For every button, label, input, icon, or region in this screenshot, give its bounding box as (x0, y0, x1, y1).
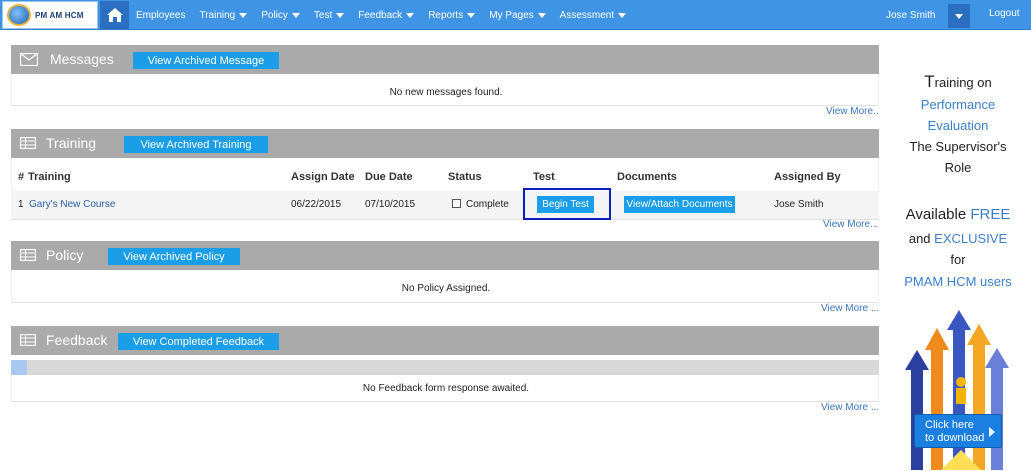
promo-available-text: Available (905, 206, 971, 223)
nav-label: Policy (261, 9, 288, 21)
messages-empty-text: No new messages found. (389, 87, 503, 98)
assign-date: 06/22/2015 (291, 199, 342, 210)
policy-panel-header: Policy View Archived Policy (11, 241, 879, 270)
messages-panel-body: No new messages found. (11, 74, 879, 106)
assigned-by: Jose Smith (774, 199, 824, 210)
table-icon (20, 249, 36, 261)
view-archived-training-button[interactable]: View Archived Training (124, 136, 268, 153)
training-name-link[interactable]: Gary's New Course (29, 199, 115, 210)
nav-label: Reports (428, 9, 464, 21)
feedback-progress-bar (11, 360, 879, 375)
view-archived-message-button[interactable]: View Archived Message (133, 52, 279, 69)
status-checkbox[interactable] (452, 199, 461, 208)
promo-line-evaluation: Evaluation (927, 118, 989, 133)
promo-drop-letter: T (924, 72, 935, 91)
caret-down-icon (291, 12, 300, 18)
promo-line-rest: raining on (934, 75, 992, 90)
caret-down-icon (537, 12, 546, 18)
view-archived-policy-button[interactable]: View Archived Policy (108, 248, 240, 265)
nav-feedback[interactable]: Feedback (358, 9, 415, 21)
nav-employees[interactable]: Employees (136, 10, 185, 21)
feedback-panel-body: No Feedback form response awaited. (11, 375, 879, 402)
feedback-panel-header: Feedback View Completed Feedback (11, 326, 879, 355)
promo-line-performance: Performance (920, 97, 996, 112)
promo-free-text: FREE (970, 206, 1011, 223)
company-logo[interactable]: PM AM HCM (2, 1, 98, 29)
nav-label: Assessment (559, 9, 615, 21)
policy-title: Policy (46, 247, 84, 263)
promo-exclusive-text: EXCLUSIVE (934, 231, 1008, 246)
nav-label: My Pages (489, 9, 534, 21)
caret-down-icon (618, 12, 627, 18)
nav-reports[interactable]: Reports (428, 9, 476, 21)
promo-line-users: PMAM HCM users (904, 274, 1012, 289)
promo-line-supervisor: The Supervisor's (909, 139, 1007, 154)
promo-line-role: Role (944, 160, 972, 175)
table-icon (20, 334, 36, 346)
policy-view-more-link[interactable]: View More ... (821, 303, 879, 314)
globe-icon (7, 4, 31, 26)
begin-test-highlight (523, 188, 611, 220)
messages-view-more-link[interactable]: View More.. (826, 106, 879, 117)
nav-assessment[interactable]: Assessment (559, 9, 627, 21)
policy-empty-text: No Policy Assigned. (401, 283, 491, 294)
main-menu: Employees Training Policy Test Feedback … (136, 0, 640, 30)
promo-line-for: for (950, 252, 966, 267)
col-header-status: Status (448, 171, 482, 183)
caret-down-icon (406, 12, 415, 18)
messages-panel-header: Messages View Archived Message (11, 45, 879, 74)
arrow-right-icon (989, 427, 995, 437)
col-header-documents: Documents (617, 171, 677, 183)
training-promo-banner[interactable]: Training on Performance Evaluation The S… (885, 38, 1031, 471)
nav-training[interactable]: Training (199, 9, 248, 21)
feedback-progress-fill (11, 360, 27, 375)
promo-and-text: and (908, 231, 935, 246)
nav-policy[interactable]: Policy (261, 10, 300, 21)
training-view-more-link[interactable]: View More... (823, 219, 878, 230)
promo-line-training: Training on (885, 72, 1031, 92)
nav-my-pages[interactable]: My Pages (489, 9, 546, 21)
nav-label: Test (313, 9, 333, 21)
col-header-assigned-by: Assigned By (774, 171, 841, 183)
nav-test[interactable]: Test (313, 9, 345, 21)
envelope-icon (20, 53, 38, 66)
table-icon (20, 137, 36, 149)
promo-line-available: Available FREE (885, 206, 1031, 223)
feedback-view-more-link[interactable]: View More ... (821, 402, 879, 413)
feedback-title: Feedback (46, 332, 108, 348)
training-panel-header: Training View Archived Training (11, 129, 879, 158)
caret-down-icon (955, 13, 963, 19)
logout-link[interactable]: Logout (989, 8, 1020, 19)
view-completed-feedback-button[interactable]: View Completed Feedback (118, 333, 279, 350)
col-header-num: # (18, 171, 25, 183)
nav-label: Feedback (358, 9, 403, 21)
col-header-due-date: Due Date (365, 171, 413, 183)
row-number: 1 (18, 199, 24, 210)
nav-label: Employees (136, 9, 186, 21)
status-cell: Complete (452, 199, 509, 210)
nav-label: Training (199, 9, 236, 21)
promo-line-exclusive: and EXCLUSIVE (885, 231, 1031, 246)
top-navigation-bar: PM AM HCM Employees Training Policy Test… (0, 0, 1031, 30)
feedback-empty-text: No Feedback form response awaited. (362, 383, 530, 394)
col-header-training: Training (28, 171, 71, 183)
caret-down-icon (336, 12, 345, 18)
logo-text: PM AM HCM (35, 10, 84, 20)
caret-down-icon (239, 12, 248, 18)
home-button[interactable] (100, 1, 129, 29)
policy-panel-body: No Policy Assigned. (11, 270, 879, 303)
view-attach-documents-button[interactable]: View/Attach Documents (624, 196, 735, 213)
download-button[interactable]: Click here to download (914, 414, 1002, 448)
status-label: Complete (466, 199, 509, 210)
table-row (11, 191, 879, 219)
user-name[interactable]: Jose Smith (886, 10, 935, 21)
col-header-assign-date: Assign Date (291, 171, 355, 183)
training-title: Training (46, 135, 97, 151)
messages-title: Messages (50, 51, 114, 67)
caret-down-icon (467, 12, 476, 18)
col-header-test: Test (533, 171, 555, 183)
user-menu-button[interactable] (948, 4, 970, 28)
home-icon (106, 8, 123, 22)
due-date: 07/10/2015 (365, 199, 416, 210)
